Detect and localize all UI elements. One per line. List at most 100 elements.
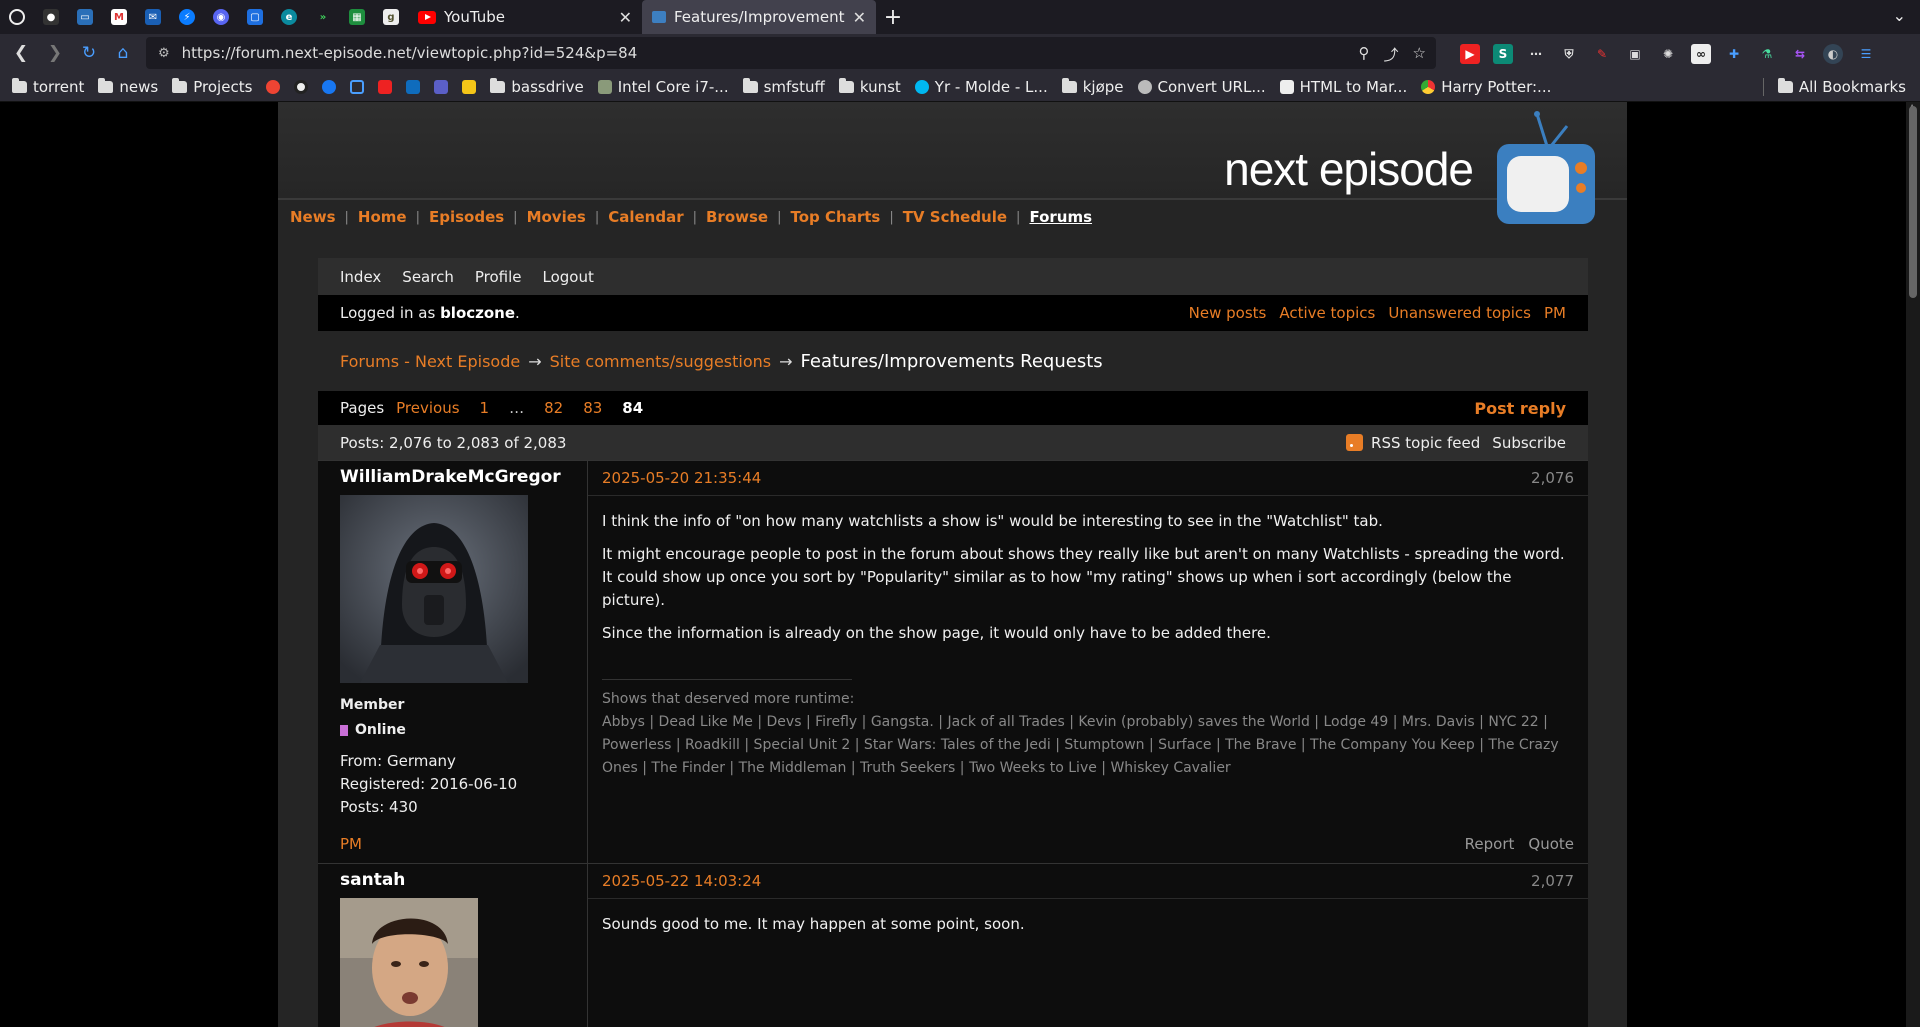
nav-episodes[interactable]: Episodes: [429, 208, 504, 226]
close-icon[interactable]: ✕: [853, 8, 866, 27]
pinned-tab-10[interactable]: »: [306, 0, 340, 34]
pinned-tab-11[interactable]: ▦: [340, 0, 374, 34]
pinned-tab-7[interactable]: ◉: [204, 0, 238, 34]
menu-icon[interactable]: ☰: [1856, 44, 1876, 64]
new-tab-button[interactable]: +: [876, 0, 910, 34]
pinned-tab-12[interactable]: g: [374, 0, 408, 34]
site-info-icon[interactable]: ⚙: [158, 46, 170, 61]
bookmark-smfstuff[interactable]: smfstuff: [742, 77, 825, 96]
page-83[interactable]: 83: [583, 399, 602, 417]
bookmark-harry-potter[interactable]: Harry Potter:...: [1421, 78, 1551, 96]
puzzle-icon[interactable]: ✚: [1724, 44, 1744, 64]
pinned-tab-6[interactable]: ⚡: [170, 0, 204, 34]
page-previous[interactable]: Previous: [396, 399, 459, 417]
post-number[interactable]: 2,076: [1531, 469, 1574, 487]
page-82[interactable]: 82: [544, 399, 563, 417]
bookmark-outlook[interactable]: [406, 79, 421, 94]
bookmark-icon[interactable]: ☆: [1413, 44, 1426, 65]
nav-news[interactable]: News: [290, 208, 336, 226]
nav-calendar[interactable]: Calendar: [608, 208, 683, 226]
youtube-ext-icon[interactable]: ▶: [1460, 44, 1480, 64]
report-link[interactable]: Report: [1465, 835, 1515, 853]
bookmark-all[interactable]: All Bookmarks: [1777, 77, 1906, 96]
nav-browse[interactable]: Browse: [706, 208, 768, 226]
forward-button[interactable]: ❯: [38, 36, 72, 70]
menu-profile[interactable]: Profile: [475, 268, 522, 286]
menu-search[interactable]: Search: [402, 268, 454, 286]
tv-logo-icon[interactable]: [1493, 110, 1601, 230]
quote-link[interactable]: Quote: [1528, 835, 1574, 853]
bookmark-kjope[interactable]: kjøpe: [1061, 77, 1124, 96]
scrollbar-thumb[interactable]: [1909, 106, 1917, 298]
bookmark-html-to-markdown[interactable]: HTML to Mar...: [1279, 78, 1407, 96]
bookmark-torrent[interactable]: torrent: [12, 77, 84, 96]
menu-logout[interactable]: Logout: [542, 268, 593, 286]
page-1[interactable]: 1: [480, 399, 490, 417]
bookmark-tomato[interactable]: [266, 79, 281, 94]
crumb-site-comments[interactable]: Site comments/suggestions: [550, 352, 772, 371]
pinned-tab-4[interactable]: M: [102, 0, 136, 34]
chevron-down-icon[interactable]: ⌄: [1893, 6, 1906, 25]
rss-icon[interactable]: [1346, 434, 1364, 451]
glasses-icon[interactable]: ∞: [1691, 44, 1711, 64]
nav-home[interactable]: Home: [358, 208, 407, 226]
nav-forums[interactable]: Forums: [1029, 208, 1092, 226]
zoom-icon[interactable]: ⚲: [1359, 44, 1370, 65]
home-button[interactable]: ⌂: [106, 36, 140, 70]
pinned-tab-8[interactable]: ▢: [238, 0, 272, 34]
bookmark-facebook[interactable]: [322, 79, 337, 94]
bookmark-compass[interactable]: [294, 79, 309, 94]
bookmark-intel[interactable]: Intel Core i7-...: [597, 78, 729, 96]
post-date[interactable]: 2025-05-20 21:35:44: [602, 469, 761, 487]
crumb-forums[interactable]: Forums - Next Episode: [340, 352, 520, 371]
link-pm[interactable]: PM: [1544, 304, 1566, 322]
bookmark-kunst[interactable]: kunst: [838, 77, 901, 96]
close-icon[interactable]: ✕: [619, 8, 632, 27]
s-ext-icon[interactable]: S: [1493, 44, 1513, 64]
link-new-posts[interactable]: New posts: [1189, 304, 1267, 322]
site-logo[interactable]: next episode: [1224, 142, 1474, 196]
reload-button[interactable]: ↻: [72, 36, 106, 70]
back-button[interactable]: ❮: [4, 36, 38, 70]
post-author[interactable]: WilliamDrakeMcGregor: [340, 467, 565, 487]
post-author[interactable]: santah: [340, 870, 565, 890]
post-reply-button[interactable]: Post reply: [1474, 399, 1566, 418]
bookmark-imdb[interactable]: [462, 79, 477, 94]
subscribe-link[interactable]: Subscribe: [1492, 434, 1566, 452]
post-number[interactable]: 2,077: [1531, 872, 1574, 890]
flask-icon[interactable]: ⚗: [1757, 44, 1777, 64]
nav-top-charts[interactable]: Top Charts: [791, 208, 881, 226]
pinned-tab-3[interactable]: ▭: [68, 0, 102, 34]
page-scrollbar[interactable]: ▲: [1906, 102, 1920, 1027]
nav-tv-schedule[interactable]: TV Schedule: [903, 208, 1007, 226]
pinned-tab-9[interactable]: e: [272, 0, 306, 34]
link-unanswered-topics[interactable]: Unanswered topics: [1388, 304, 1531, 322]
ublock-icon[interactable]: ⛨: [1559, 44, 1579, 64]
menu-index[interactable]: Index: [340, 268, 381, 286]
bookmark-convert[interactable]: Convert URL...: [1137, 78, 1266, 96]
bookmark-projects[interactable]: Projects: [172, 77, 252, 96]
gear-icon[interactable]: ✺: [1658, 44, 1678, 64]
image-icon[interactable]: ▣: [1625, 44, 1645, 64]
bookmark-teams[interactable]: [434, 79, 449, 94]
tab-youtube[interactable]: YouTube ✕: [408, 0, 642, 34]
tabs-icon[interactable]: ⇆: [1790, 44, 1810, 64]
pm-link[interactable]: PM: [340, 835, 362, 853]
pinned-tab-2[interactable]: ●: [34, 0, 68, 34]
tab-features[interactable]: Features/Improvement ✕: [642, 0, 876, 34]
bookmark-yr[interactable]: Yr - Molde - L...: [914, 78, 1048, 96]
bookmark-news[interactable]: news: [98, 77, 158, 96]
post-date[interactable]: 2025-05-22 14:03:24: [602, 872, 761, 890]
pen-icon[interactable]: ✎: [1592, 44, 1612, 64]
nav-movies[interactable]: Movies: [527, 208, 586, 226]
more-icon[interactable]: ⋯: [1526, 44, 1546, 64]
pinned-tab-1[interactable]: [0, 0, 34, 34]
bookmark-cloud[interactable]: [350, 79, 365, 94]
bookmark-youtube[interactable]: [378, 79, 393, 94]
rss-link[interactable]: RSS topic feed: [1371, 434, 1480, 452]
bookmark-bassdrive[interactable]: bassdrive: [490, 77, 584, 96]
share-icon[interactable]: ⤴: [1384, 44, 1399, 65]
url-bar[interactable]: ⚙ https://forum.next-episode.net/viewtop…: [146, 37, 1436, 69]
pinned-tab-5[interactable]: ✉: [136, 0, 170, 34]
link-active-topics[interactable]: Active topics: [1279, 304, 1375, 322]
